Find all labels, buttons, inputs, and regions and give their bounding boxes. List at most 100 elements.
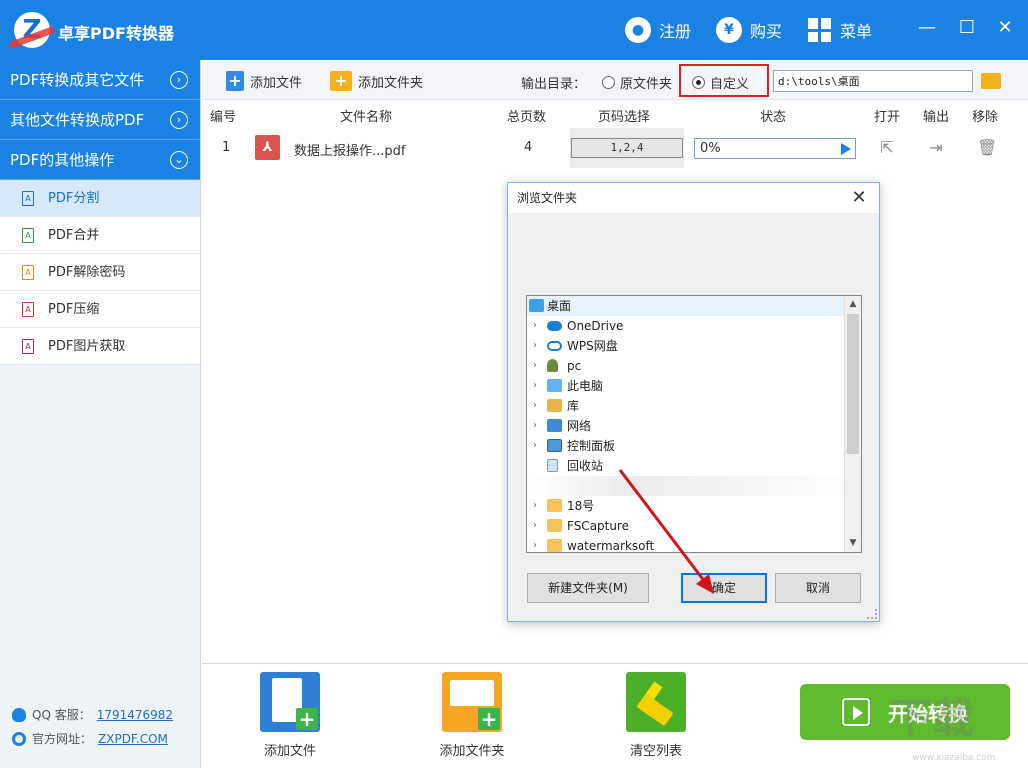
app-title: 卓享PDF转换器 [58,24,174,43]
add-folder-icon: + [330,71,352,91]
tree-item-wps-cloud[interactable]: › WPS网盘 [527,336,861,356]
sidebar-item-pdf-compress[interactable]: A PDF压缩 [0,291,200,328]
chevron-right-icon: › [170,71,188,89]
close-button[interactable]: ✕ [990,14,1020,42]
open-external-icon[interactable]: ⇱ [878,139,896,157]
output-dir-label: 输出目录： [521,77,587,92]
chevron-right-icon[interactable]: › [533,516,537,536]
chevron-right-icon[interactable]: › [533,396,537,416]
col-pages: 总页数 [507,110,547,125]
pdf-icon: A [22,302,34,317]
sidebar-category-pdf-other-ops[interactable]: PDF的其他操作 ⌄ [0,140,200,180]
sidebar-item-pdf-images[interactable]: A PDF图片获取 [0,328,200,365]
clear-list-button[interactable]: 清空列表 [601,672,711,759]
site-link[interactable]: ZXPDF.COM [98,732,168,746]
chevron-right-icon[interactable]: › [533,496,537,516]
col-remove: 移除 [972,110,999,125]
pdf-icon: A [22,228,34,243]
col-status: 状态 [760,110,787,125]
bottom-add-file-button[interactable]: + 添加文件 [235,672,345,759]
chevron-right-icon[interactable]: › [533,316,537,336]
chevron-right-icon[interactable]: › [533,336,537,356]
folder-icon [547,519,562,532]
row-index: 1 [222,140,231,155]
sidebar-category-pdf-to-other[interactable]: PDF转换成其它文件 › [0,60,200,100]
sidebar-item-pdf-split[interactable]: A PDF分割 [0,180,200,217]
desktop-icon [529,299,544,312]
tree-scrollbar[interactable]: ▲ ▼ [844,296,861,552]
scroll-up-icon[interactable]: ▲ [845,296,861,313]
yen-icon: ¥ [716,17,742,43]
col-index: 编号 [210,110,237,125]
watermark: 下载 www.xiazaiba.com [890,694,996,763]
pdf-icon: A [22,339,34,354]
chevron-right-icon[interactable]: › [533,436,537,456]
dialog-title-bar: 浏览文件夹 ✕ [508,183,879,213]
resize-grip[interactable] [867,609,877,619]
add-file-button[interactable]: + 添加文件 [226,71,302,91]
sidebar-item-pdf-unlock[interactable]: A PDF解除密码 [0,254,200,291]
tree-item-pc[interactable]: › pc [527,356,861,376]
minimize-button[interactable]: — [912,14,942,42]
chevron-right-icon[interactable]: › [533,356,537,376]
recycle-bin-icon [547,459,558,472]
grid-icon [808,18,832,42]
output-path-input[interactable] [773,70,973,92]
play-icon [842,698,870,726]
row-pages: 4 [524,140,533,155]
cancel-button[interactable]: 取消 [775,573,861,603]
pdf-icon: A [22,191,34,206]
user-icon: ● [625,17,651,43]
folder-icon[interactable] [981,73,1001,89]
dialog-close-button[interactable]: ✕ [847,183,871,213]
page-select-input[interactable]: 1,2,4 [571,138,683,158]
sidebar: PDF转换成其它文件 › 其他文件转换成PDF › PDF的其他操作 ⌄ A P… [0,60,201,768]
annotation-arrow [618,469,714,594]
wps-cloud-icon [547,341,562,351]
col-page-select: 页码选择 [598,110,651,125]
buy-button[interactable]: ¥ 购买 [716,16,782,44]
toolbar: + 添加文件 + 添加文件夹 输出目录： 原文件夹 自定义 [202,62,1028,100]
status-progress: 0% [694,138,856,159]
play-icon[interactable] [841,143,851,155]
computer-icon [547,379,562,392]
arrow-shaft [618,469,710,587]
cloud-icon [547,321,562,331]
tree-item-desktop[interactable]: 桌面 [527,296,861,316]
control-panel-icon [547,439,562,452]
sidebar-category-other-to-pdf[interactable]: 其他文件转换成PDF › [0,100,200,140]
radio-original-folder[interactable]: 原文件夹 [602,73,672,92]
trash-icon[interactable]: 🗑 [977,139,997,157]
radio-custom-folder[interactable]: 自定义 [692,73,749,92]
library-icon [547,399,562,412]
user-icon [547,359,558,372]
maximize-button[interactable]: ☐ [952,14,982,42]
chevron-right-icon[interactable]: › [533,536,537,552]
arrow-head [696,574,714,594]
radio-dot [692,76,705,89]
tree-item-control-panel[interactable]: › 控制面板 [527,436,861,456]
browser-icon [12,731,26,746]
chevron-right-icon[interactable]: › [533,376,537,396]
tree-item-network[interactable]: › 网络 [527,416,861,436]
add-folder-button[interactable]: + 添加文件夹 [330,71,423,91]
chevron-right-icon[interactable]: › [533,416,537,436]
tree-item-this-pc[interactable]: › 此电脑 [527,376,861,396]
col-open: 打开 [874,110,901,125]
scroll-thumb[interactable] [847,314,859,454]
pdf-icon: A [22,265,34,280]
official-site: 官方网址： ZXPDF.COM [12,730,168,747]
qq-link[interactable]: 1791476982 [97,708,173,722]
folder-icon [547,499,562,512]
tree-item-onedrive[interactable]: › OneDrive [527,316,861,336]
qq-support: QQ 客服： 1791476982 [12,706,173,723]
bottom-add-folder-button[interactable]: + 添加文件夹 [417,672,527,759]
menu-button[interactable]: 菜单 [808,16,872,44]
scroll-down-icon[interactable]: ▼ [845,535,861,552]
sidebar-item-pdf-merge[interactable]: A PDF合并 [0,217,200,254]
output-icon[interactable]: ⇥ [927,139,945,157]
tree-item-library[interactable]: › 库 [527,396,861,416]
table-header: 编号 文件名称 总页数 页码选择 状态 打开 输出 移除 [202,101,1028,127]
qq-icon [12,707,26,722]
register-button[interactable]: ● 注册 [625,16,691,44]
